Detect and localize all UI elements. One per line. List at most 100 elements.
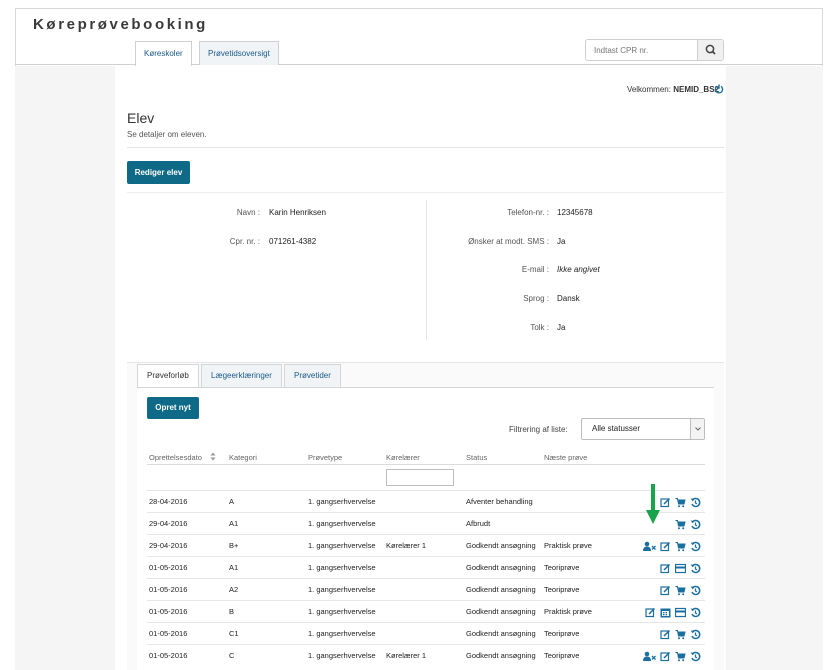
row-actions xyxy=(643,649,701,662)
tab-laegeerklaeringer[interactable]: Lægeerklæringer xyxy=(201,364,282,387)
cell-status: Godkendt ansøgning xyxy=(466,563,536,572)
cell-category: A xyxy=(229,497,235,506)
cell-test-type: 1. gangserhvervelse xyxy=(308,585,376,594)
search-button[interactable] xyxy=(697,40,723,60)
table-row: 01-05-2016 B 1. gangserhvervelse Godkendt a… xyxy=(147,600,705,622)
row-actions xyxy=(660,495,701,508)
cell-teacher: Kørelærer 1 xyxy=(386,651,427,660)
table-row: 29-04-2016 A1 1. gangserhvervelse Afbrudt xyxy=(147,512,705,534)
cell-next-test: Teoriprøve xyxy=(544,563,580,572)
cell-status: Godkendt ansøgning xyxy=(466,585,536,594)
edit-icon[interactable] xyxy=(660,561,671,574)
page-title: Elev xyxy=(127,110,155,126)
row-actions xyxy=(660,561,701,574)
table-row: 01-05-2016 A1 1. gangserhvervelse Godkendt … xyxy=(147,556,705,578)
cart-icon[interactable] xyxy=(675,627,686,640)
table-row: 29-04-2016 B+ 1. gangserhvervelse Kørelærer… xyxy=(147,534,705,556)
history-icon[interactable] xyxy=(690,495,701,508)
filter-label: Filtrering af liste: xyxy=(509,425,568,434)
col-header-status: Status xyxy=(466,453,488,462)
card-icon[interactable] xyxy=(674,605,687,618)
row-actions xyxy=(660,627,701,640)
teacher-filter-input[interactable] xyxy=(386,469,454,486)
status-filter-select[interactable]: Alle statusser xyxy=(581,418,705,440)
calendar-icon[interactable] xyxy=(660,605,671,618)
history-icon[interactable] xyxy=(690,649,701,662)
cell-date: 28-04-2016 xyxy=(149,497,188,506)
history-icon[interactable] xyxy=(690,627,701,640)
history-icon[interactable] xyxy=(690,561,701,574)
edit-icon[interactable] xyxy=(660,539,671,552)
cell-category: B+ xyxy=(229,541,239,550)
cell-category: B xyxy=(229,607,235,616)
cell-next-test: Praktisk prøve xyxy=(544,607,592,616)
edit-icon[interactable] xyxy=(660,583,671,596)
cell-test-type: 1. gangserhvervelse xyxy=(308,541,376,550)
col-header-type: Prøvetype xyxy=(308,453,343,462)
edit-student-button[interactable]: Rediger elev xyxy=(127,161,190,184)
cell-test-type: 1. gangserhvervelse xyxy=(308,651,376,660)
tab-provetider[interactable]: Prøvetider xyxy=(284,364,341,387)
cell-next-test: Teoriprøve xyxy=(544,585,580,594)
create-new-button[interactable]: Opret nyt xyxy=(147,397,199,419)
interpreter-label: Tolk : xyxy=(530,323,549,332)
edit-icon[interactable] xyxy=(660,495,671,508)
welcome-text: Velkommen: NEMID_BS2 xyxy=(626,85,719,94)
name-label: Navn : xyxy=(236,208,260,217)
cell-date: 01-05-2016 xyxy=(149,563,188,572)
user-remove-icon[interactable] xyxy=(643,539,656,551)
nav-tab-koreskoler[interactable]: Køreskoler xyxy=(135,41,192,66)
table-row: 01-05-2016 C 1. gangserhvervelse Kørelærer … xyxy=(147,644,705,666)
cell-date: 01-05-2016 xyxy=(149,607,188,616)
cell-teacher: Kørelærer 1 xyxy=(386,541,427,550)
username: NEMID_BS2 xyxy=(673,85,719,94)
divider xyxy=(127,147,724,148)
cell-status: Godkendt ansøgning xyxy=(466,607,536,616)
search-icon xyxy=(705,44,716,55)
cart-icon[interactable] xyxy=(675,495,686,508)
cell-test-type: 1. gangserhvervelse xyxy=(308,519,376,528)
history-icon[interactable] xyxy=(690,539,701,552)
history-icon[interactable] xyxy=(690,583,701,596)
card-icon[interactable] xyxy=(674,561,687,574)
cell-category: A2 xyxy=(229,585,239,594)
history-icon[interactable] xyxy=(690,517,701,530)
cart-icon[interactable] xyxy=(675,539,686,552)
cell-status: Afbrudt xyxy=(466,519,491,528)
cell-test-type: 1. gangserhvervelse xyxy=(308,607,376,616)
phone-label: Telefon-nr. : xyxy=(507,208,549,217)
sms-label: Ønsker at modt. SMS : xyxy=(468,237,549,246)
cell-date: 01-05-2016 xyxy=(149,585,188,594)
tab-proveforlob[interactable]: Prøveforløb xyxy=(137,364,199,388)
cart-icon[interactable] xyxy=(675,517,686,530)
chevron-down-icon xyxy=(690,419,704,439)
edit-icon[interactable] xyxy=(660,627,671,640)
table-row: 01-05-2016 C1 1. gangserhvervelse Godkendt … xyxy=(147,622,705,644)
green-arrow-annotation xyxy=(646,484,660,524)
interpreter-value: Ja xyxy=(557,323,566,332)
cell-status: Godkendt ansøgning xyxy=(466,541,536,550)
col-header-date[interactable]: Oprettelsesdato xyxy=(149,453,202,462)
user-remove-icon[interactable] xyxy=(643,649,656,661)
cell-category: A1 xyxy=(229,563,239,572)
cell-category: A1 xyxy=(229,519,239,528)
history-icon[interactable] xyxy=(690,605,701,618)
cell-date: 29-04-2016 xyxy=(149,519,188,528)
cart-icon[interactable] xyxy=(675,649,686,662)
logout-power-icon[interactable] xyxy=(714,84,724,94)
phone-value: 12345678 xyxy=(557,208,593,217)
cell-date: 01-05-2016 xyxy=(149,651,188,660)
sort-icon[interactable] xyxy=(210,452,216,461)
col-header-teacher: Kørelærer xyxy=(386,453,420,462)
app-title: Køreprøvebooking xyxy=(33,16,208,33)
nav-tab-provetidsoversigt[interactable]: Prøvetidsoversigt xyxy=(199,41,279,65)
cpr-search-input[interactable] xyxy=(586,40,699,60)
cart-icon[interactable] xyxy=(675,583,686,596)
edit-icon[interactable] xyxy=(660,649,671,662)
page-subtitle: Se detaljer om eleven. xyxy=(127,130,207,139)
header-line xyxy=(147,464,705,465)
col-header-category: Kategori xyxy=(229,453,257,462)
edit-icon[interactable] xyxy=(645,605,656,618)
cell-next-test: Teoriprøve xyxy=(544,629,580,638)
cell-category: C xyxy=(229,651,235,660)
